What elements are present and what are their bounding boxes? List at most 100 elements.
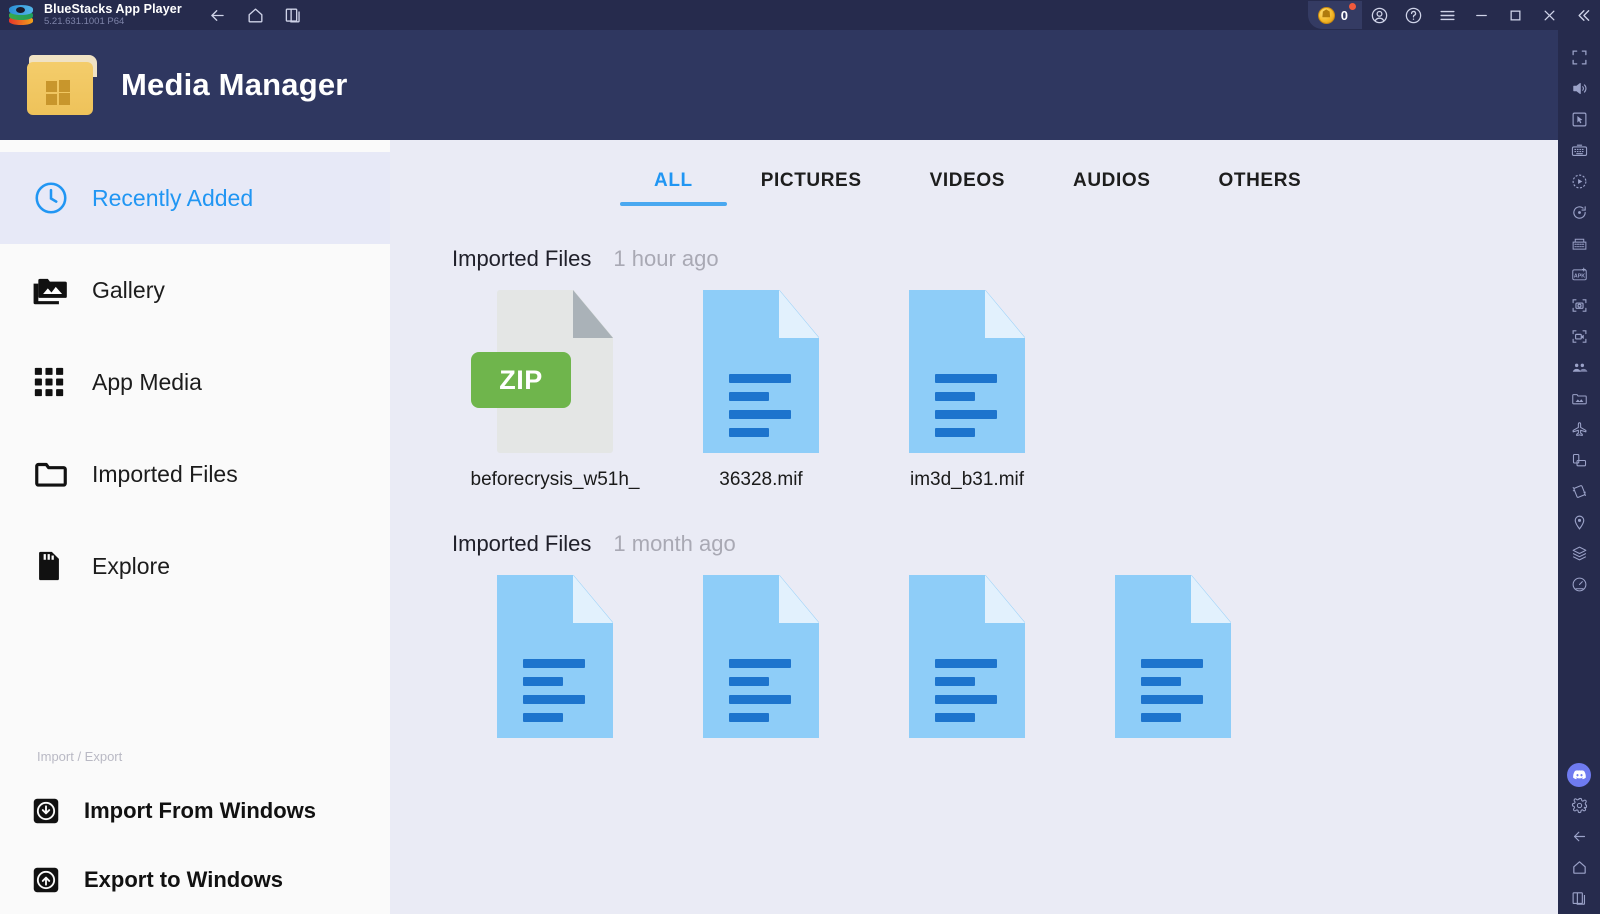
media-manager-app: Media Manager Recently Added Gallery App… — [0, 30, 1558, 914]
multi-instance-manager-icon[interactable] — [1558, 228, 1600, 259]
sidebar-item-explore[interactable]: Explore — [0, 520, 390, 612]
help-icon[interactable] — [1396, 0, 1430, 30]
volume-icon[interactable] — [1558, 73, 1600, 104]
rotate-icon[interactable] — [1558, 197, 1600, 228]
screenshot-icon[interactable] — [1558, 290, 1600, 321]
group-header: Imported Files 1 month ago — [452, 531, 1558, 557]
document-file-icon — [909, 575, 1025, 738]
file-item[interactable] — [658, 575, 864, 738]
sidebar-item-gallery[interactable]: Gallery — [0, 244, 390, 336]
export-to-windows-label: Export to Windows — [84, 866, 284, 892]
account-icon[interactable] — [1362, 0, 1396, 30]
grid-icon — [32, 365, 78, 399]
file-item[interactable]: 36328.mif — [658, 290, 864, 491]
media-manager-body: Recently Added Gallery App Media Importe… — [0, 140, 1558, 914]
shake-icon[interactable] — [1558, 476, 1600, 507]
sd-card-icon — [32, 549, 78, 583]
windows-folder-icon — [27, 55, 97, 115]
close-icon[interactable] — [1532, 0, 1566, 30]
settings-gear-icon[interactable] — [1558, 790, 1600, 821]
coin-count: 0 — [1340, 7, 1348, 23]
tab-others[interactable]: OTHERS — [1185, 162, 1336, 206]
content-area: ALL PICTURES VIDEOS AUDIOS OTHERS Import… — [390, 140, 1558, 914]
app-identity: BlueStacks App Player 5.21.631.1001 P64 — [44, 1, 182, 28]
sidebar-item-imported-files[interactable]: Imported Files — [0, 428, 390, 520]
screen-record-icon[interactable] — [1558, 321, 1600, 352]
page-title: Media Manager — [121, 67, 348, 102]
location-icon[interactable] — [1558, 507, 1600, 538]
clock-icon — [32, 179, 78, 217]
import-from-windows-label: Import From Windows — [84, 797, 317, 823]
android-recents-icon[interactable] — [1558, 883, 1600, 914]
multi-instance-icon[interactable] — [284, 5, 304, 25]
window-body: Media Manager Recently Added Gallery App… — [0, 30, 1600, 914]
tab-videos[interactable]: VIDEOS — [896, 162, 1039, 206]
file-item[interactable] — [452, 575, 658, 738]
tab-all[interactable]: ALL — [620, 162, 727, 206]
discord-icon[interactable] — [1558, 759, 1600, 790]
tab-pictures[interactable]: PICTURES — [727, 162, 896, 206]
back-icon[interactable] — [208, 5, 228, 25]
sidebar-item-label: Explore — [92, 552, 170, 579]
eco-mode-icon[interactable] — [1558, 352, 1600, 383]
file-group: Imported Files 1 hour ago ZIP beforecrys… — [390, 246, 1558, 491]
file-name: beforecrysis_w51h_ — [470, 469, 640, 490]
photo-folder-icon — [32, 271, 78, 309]
android-home-icon[interactable] — [1558, 852, 1600, 883]
file-item[interactable] — [864, 575, 1070, 738]
sidebar-item-recently-added[interactable]: Recently Added — [0, 152, 390, 244]
title-bar: BlueStacks App Player 5.21.631.1001 P64 … — [0, 0, 1600, 30]
file-item[interactable] — [1070, 575, 1276, 738]
zip-file-icon: ZIP — [471, 290, 613, 453]
bluestacks-logo-icon — [8, 2, 34, 28]
group-title: Imported Files — [452, 246, 592, 271]
folder-icon — [32, 455, 78, 493]
group-timestamp: 1 hour ago — [613, 246, 719, 271]
bluestacks-window: BlueStacks App Player 5.21.631.1001 P64 … — [0, 0, 1600, 914]
file-group: Imported Files 1 month ago — [390, 531, 1558, 738]
app-name: BlueStacks App Player — [44, 1, 182, 16]
sidebar: Recently Added Gallery App Media Importe… — [0, 140, 390, 914]
sidebar-item-app-media[interactable]: App Media — [0, 336, 390, 428]
file-row — [452, 575, 1558, 738]
coin-icon: ☗ — [1317, 6, 1335, 24]
airplane-icon[interactable] — [1558, 414, 1600, 445]
macro-recorder-icon[interactable] — [1558, 166, 1600, 197]
file-name: im3d_b31.mif — [909, 469, 1025, 490]
coin-balance-button[interactable]: ☗ 0 — [1307, 1, 1362, 29]
download-box-icon — [32, 797, 66, 825]
notification-dot — [1349, 3, 1356, 10]
titlebar-right-group: ☗ 0 — [1307, 0, 1600, 30]
document-file-icon — [1115, 575, 1231, 738]
app-version: 5.21.631.1001 P64 — [44, 16, 125, 28]
sidebar-item-label: App Media — [92, 368, 202, 395]
zip-badge-label: ZIP — [499, 364, 543, 395]
import-export-section-label: Import / Export — [37, 749, 123, 764]
android-back-icon[interactable] — [1558, 821, 1600, 852]
performance-icon[interactable] — [1558, 569, 1600, 600]
minimize-icon[interactable] — [1464, 0, 1498, 30]
maximize-icon[interactable] — [1498, 0, 1532, 30]
file-row: ZIP beforecrysis_w51h_ 36328.mif im3d_b3… — [452, 290, 1558, 491]
import-from-windows-button[interactable]: Import From Windows — [0, 776, 390, 845]
layers-icon[interactable] — [1558, 538, 1600, 569]
export-to-windows-button[interactable]: Export to Windows — [0, 845, 390, 914]
svg-text:APK: APK — [1573, 273, 1584, 279]
file-item[interactable]: im3d_b31.mif — [864, 290, 1070, 491]
cursor-control-icon[interactable] — [1558, 104, 1600, 135]
document-file-icon — [703, 290, 819, 453]
keyboard-controls-icon[interactable] — [1558, 135, 1600, 166]
file-item[interactable]: ZIP beforecrysis_w51h_ — [452, 290, 658, 491]
menu-icon[interactable] — [1430, 0, 1464, 30]
collapse-icon[interactable] — [1566, 0, 1600, 30]
fullscreen-icon[interactable] — [1558, 42, 1600, 73]
home-icon[interactable] — [246, 5, 266, 25]
tab-audios[interactable]: AUDIOS — [1039, 162, 1185, 206]
document-file-icon — [909, 290, 1025, 453]
filter-tabs: ALL PICTURES VIDEOS AUDIOS OTHERS — [390, 140, 1558, 206]
rotate-device-icon[interactable] — [1558, 445, 1600, 476]
install-apk-icon[interactable]: APK — [1558, 259, 1600, 290]
media-manager-header: Media Manager — [0, 30, 1558, 140]
group-header: Imported Files 1 hour ago — [452, 246, 1558, 272]
media-manager-icon[interactable] — [1558, 383, 1600, 414]
